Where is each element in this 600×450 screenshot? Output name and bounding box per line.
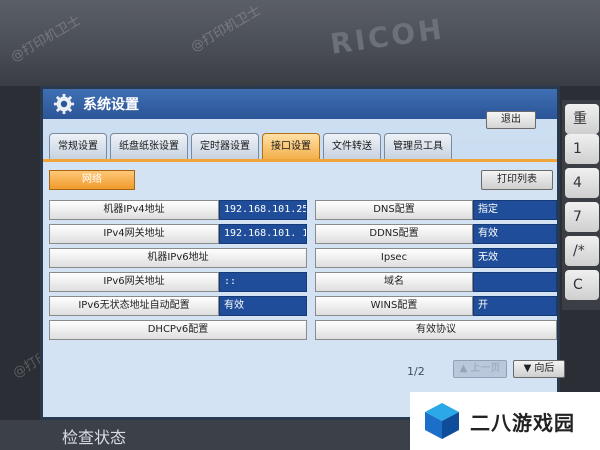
ipv4-gateway-value: 192.168.101. 1 <box>219 224 307 244</box>
ipv6-gateway-value: :: <box>219 272 307 292</box>
keypad-key[interactable]: 重 <box>565 104 599 134</box>
interface-settings-panel: 网络 打印列表 机器IPv4地址 192.168.101.251 IPv4网关地… <box>43 159 557 417</box>
wins-config-value: 开 <box>473 296 557 316</box>
setting-row: 机器IPv6地址 <box>49 248 307 268</box>
keypad-key-clear[interactable]: C <box>565 270 599 300</box>
setting-row: DHCPv6配置 <box>49 320 307 340</box>
exit-button[interactable]: 退出 <box>486 111 536 129</box>
tab-timer[interactable]: 定时器设置 <box>191 133 259 159</box>
machine-ipv4-value: 192.168.101.251 <box>219 200 307 220</box>
system-settings-screen: 系统设置 退出 常规设置 纸盘纸张设置 定时器设置 接口设置 文件转送 管理员工… <box>40 86 565 420</box>
printer-brand: RICOH <box>328 12 447 61</box>
dns-config-button[interactable]: DNS配置 <box>315 200 473 220</box>
printer-bezel: RICOH <box>0 0 600 86</box>
check-status-button[interactable]: 检查状态 <box>62 424 126 448</box>
setting-row: Ipsec 无效 <box>315 248 557 268</box>
site-logo: 二八游戏园 <box>410 392 600 450</box>
setting-row: IPv6无状态地址自动配置 有效 <box>49 296 307 316</box>
ddns-config-value: 有效 <box>473 224 557 244</box>
dns-config-value: 指定 <box>473 200 557 220</box>
print-list-button[interactable]: 打印列表 <box>481 170 553 190</box>
tab-general[interactable]: 常规设置 <box>49 133 107 159</box>
ipsec-value: 无效 <box>473 248 557 268</box>
machine-ipv6-button[interactable]: 机器IPv6地址 <box>49 248 307 268</box>
previous-page-button[interactable]: ▲ 上一页 <box>453 360 507 378</box>
machine-ipv4-button[interactable]: 机器IPv4地址 <box>49 200 219 220</box>
domain-name-value <box>473 272 557 292</box>
keypad-key-4[interactable]: 4 <box>565 168 599 198</box>
setting-row: IPv4网关地址 192.168.101. 1 <box>49 224 307 244</box>
logo-text: 二八游戏园 <box>470 410 575 435</box>
network-button[interactable]: 网络 <box>49 170 135 190</box>
keypad-key-star[interactable]: /* <box>565 236 599 266</box>
next-page-button[interactable]: ▼ 向后 <box>513 360 565 378</box>
ipv4-gateway-button[interactable]: IPv4网关地址 <box>49 224 219 244</box>
keypad-key-1[interactable]: 1 <box>565 134 599 164</box>
settings-tabs: 常规设置 纸盘纸张设置 定时器设置 接口设置 文件转送 管理员工具 <box>49 133 455 159</box>
page-title: 系统设置 <box>83 97 139 113</box>
tab-interface[interactable]: 接口设置 <box>262 133 320 159</box>
ipv6-stateless-autoconfig-button[interactable]: IPv6无状态地址自动配置 <box>49 296 219 316</box>
page-indicator: 1/2 <box>407 365 425 378</box>
setting-row: WINS配置 开 <box>315 296 557 316</box>
setting-row: 机器IPv4地址 192.168.101.251 <box>49 200 307 220</box>
wins-config-button[interactable]: WINS配置 <box>315 296 473 316</box>
setting-row: DDNS配置 有效 <box>315 224 557 244</box>
keypad-key-7[interactable]: 7 <box>565 202 599 232</box>
setting-row: IPv6网关地址 :: <box>49 272 307 292</box>
gear-icon <box>53 93 75 115</box>
cube-logo-icon <box>425 403 459 439</box>
effective-protocol-button[interactable]: 有效协议 <box>315 320 557 340</box>
tab-admin-tools[interactable]: 管理员工具 <box>384 133 452 159</box>
tab-tray-paper[interactable]: 纸盘纸张设置 <box>110 133 188 159</box>
ddns-config-button[interactable]: DDNS配置 <box>315 224 473 244</box>
setting-row: 有效协议 <box>315 320 557 340</box>
dhcpv6-config-button[interactable]: DHCPv6配置 <box>49 320 307 340</box>
setting-row: DNS配置 指定 <box>315 200 557 220</box>
domain-name-button[interactable]: 域名 <box>315 272 473 292</box>
title-bar: 系统设置 <box>43 89 557 119</box>
setting-row: 域名 <box>315 272 557 292</box>
ipv6-gateway-button[interactable]: IPv6网关地址 <box>49 272 219 292</box>
ipsec-button[interactable]: Ipsec <box>315 248 473 268</box>
ipv6-stateless-autoconfig-value: 有效 <box>219 296 307 316</box>
tab-file-transfer[interactable]: 文件转送 <box>323 133 381 159</box>
